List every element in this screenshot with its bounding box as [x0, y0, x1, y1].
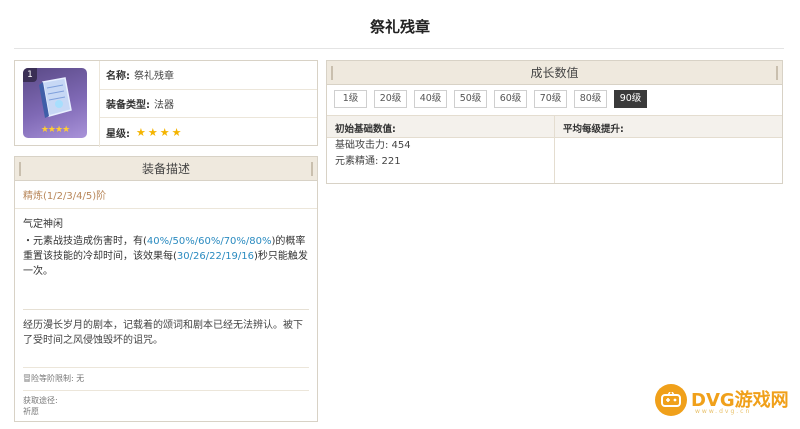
per-level-column: 平均每级提升:: [554, 116, 782, 183]
description-header: 装备描述: [15, 157, 317, 181]
thumbnail-stars: ★★★★: [40, 125, 70, 135]
name-label: 名称:: [106, 71, 130, 83]
per-level-header: 平均每级提升:: [555, 116, 782, 138]
description-panel: 装备描述 精炼(1/2/3/4/5)阶 气定神闲 ・元素战技造成伤害时，有(40…: [14, 156, 318, 422]
atk-stat: 基础攻击力: 454: [335, 140, 411, 151]
passive-text: ・元素战技造成伤害时，有(40%/50%/60%/70%/80%)的概率重置该技…: [23, 234, 309, 279]
rarity-stars: ★★★★: [136, 125, 184, 139]
footer-divider-2: [23, 390, 309, 391]
level-button-60[interactable]: 60级: [494, 90, 527, 108]
stat-table: 初始基础数值: 基础攻击力: 454 元素精通: 221 平均每级提升:: [327, 115, 782, 183]
rarity-row: 星级: ★★★★: [99, 118, 317, 147]
em-stat: 元素精通: 221: [335, 156, 401, 167]
item-thumbnail: 1 ★★★★: [23, 68, 87, 138]
title-divider: [14, 48, 784, 49]
lore-text: 经历漫长岁月的剧本，记载着的颂词和剧本已经无法辨认。被下了受时间之风侵蚀毁坏的诅…: [23, 320, 303, 346]
source-label: 获取途径:: [23, 396, 58, 405]
footer-divider-1: [23, 367, 309, 368]
level-button-20[interactable]: 20级: [374, 90, 407, 108]
level-selector: 1级 20级 40级 50级 60级 70级 80级 90级: [327, 85, 782, 113]
passive-text-1: ・元素战技造成伤害时，有(: [23, 236, 147, 247]
type-row: 装备类型: 法器: [99, 89, 317, 118]
rarity-label: 星级:: [106, 128, 130, 140]
growth-panel: 成长数值 1级 20级 40级 50级 60级 70级 80级 90级 初始基础…: [326, 60, 783, 184]
level-button-50[interactable]: 50级: [454, 90, 487, 108]
base-stats-column: 初始基础数值: 基础攻击力: 454 元素精通: 221: [327, 116, 554, 183]
passive-name: 气定神闲: [23, 219, 63, 230]
level-button-80[interactable]: 80级: [574, 90, 607, 108]
growth-header: 成长数值: [327, 61, 782, 85]
watermark-url: www.dvg.cn: [695, 408, 752, 415]
source-value: 祈愿: [23, 407, 39, 416]
base-stats-header: 初始基础数值:: [327, 116, 554, 138]
passive-highlight-1: 40%/50%/60%/70%/80%: [146, 236, 272, 247]
book-icon: [39, 77, 72, 118]
name-value: 祭礼残章: [134, 71, 174, 83]
passive-block: 气定神闲 ・元素战技造成伤害时，有(40%/50%/60%/70%/80%)的概…: [15, 209, 317, 279]
watermark: DVG游戏网 www.dvg.cn: [655, 382, 795, 422]
level-button-40[interactable]: 40级: [414, 90, 447, 108]
passive-highlight-2: 30/26/22/19/16: [176, 251, 255, 262]
gamepad-icon: [655, 384, 687, 416]
ascension-limit: 冒险等阶限制: 无: [23, 374, 85, 383]
item-info-card: 1 ★★★★ 名称: 祭礼残章 装备类型: 法器 星级: ★★★★: [14, 60, 318, 147]
level-button-1[interactable]: 1级: [334, 90, 367, 108]
type-value: 法器: [154, 99, 174, 111]
type-label: 装备类型:: [106, 99, 150, 111]
level-button-90[interactable]: 90级: [614, 90, 647, 108]
level-button-70[interactable]: 70级: [534, 90, 567, 108]
name-row: 名称: 祭礼残章: [99, 61, 317, 90]
refinement-label: 精炼(1/2/3/4/5)阶: [15, 181, 317, 209]
page-title: 祭礼残章: [369, 18, 430, 36]
